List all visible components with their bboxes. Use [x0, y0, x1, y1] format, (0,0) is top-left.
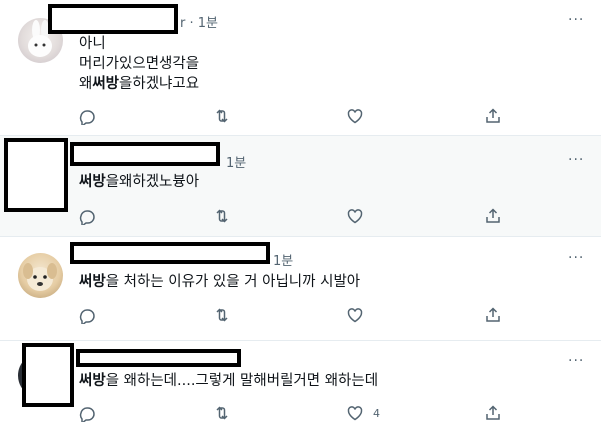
reply-icon: [79, 110, 95, 128]
reply-icon: [79, 309, 95, 327]
share-icon: [486, 307, 500, 322]
tweet-actions: [0, 207, 601, 228]
tweet-time: r · 1분: [180, 16, 218, 31]
like-button[interactable]: [346, 107, 366, 127]
more-options-button[interactable]: ···: [568, 353, 584, 369]
reply-icon: [79, 407, 95, 425]
more-options-button[interactable]: ···: [568, 152, 584, 168]
share-button[interactable]: [484, 207, 504, 227]
redacted-username: [48, 4, 178, 34]
reply-button[interactable]: [77, 306, 97, 327]
avatar[interactable]: [18, 253, 63, 298]
bold-word: 써방: [79, 373, 106, 389]
tweet-text: 써방을 왜하는데....그렇게 말해버릴거면 왜하는데: [79, 371, 378, 391]
retweet-button[interactable]: [213, 306, 233, 326]
like-button[interactable]: [346, 207, 366, 227]
share-button[interactable]: [484, 107, 504, 127]
tweet-line: 써방을 왜하는데....그렇게 말해버릴거면 왜하는데: [79, 373, 379, 389]
tweet-line: 머리가있으면생각을: [79, 56, 200, 72]
bold-word: 써방: [79, 174, 106, 190]
like-icon: [347, 308, 363, 323]
retweet-icon: [216, 308, 228, 322]
share-button[interactable]: [484, 404, 504, 424]
tweet-2[interactable]: 1분 ··· 써방을왜하겠노븅아: [0, 136, 601, 236]
like-icon: [347, 209, 363, 224]
redacted-username: [70, 142, 220, 166]
reply-button[interactable]: [77, 404, 97, 425]
tweet-line: 써방을 처하는 이유가 있을 거 아닙니까 시발아: [79, 274, 361, 290]
retweet-icon: [216, 406, 228, 420]
retweet-icon: [216, 109, 228, 123]
tweet-text: 써방을왜하겠노븅아: [79, 172, 199, 192]
tweet-4[interactable]: ··· 써방을 왜하는데....그렇게 말해버릴거면 왜하는데 4: [0, 341, 601, 440]
retweet-button[interactable]: [213, 207, 233, 227]
reply-button[interactable]: [77, 107, 97, 128]
tweet-1[interactable]: r · 1분 ··· 아니 머리가있으면생각을 왜써방을하겠냐고요: [0, 0, 601, 135]
tweet-line: 아니: [79, 36, 106, 52]
share-icon: [486, 405, 500, 420]
tweet-actions: 4: [0, 404, 601, 425]
like-icon: [347, 406, 363, 421]
share-icon: [486, 108, 500, 123]
redacted-avatar: [4, 138, 68, 212]
tweet-time: 1분: [226, 156, 247, 171]
share-icon: [486, 208, 500, 223]
retweet-button[interactable]: [213, 107, 233, 127]
retweet-icon: [216, 209, 228, 223]
tweet-line: 써방을왜하겠노븅아: [79, 174, 200, 190]
retweet-button[interactable]: [213, 404, 233, 424]
tweet-text: 아니 머리가있으면생각을 왜써방을하겠냐고요: [79, 34, 199, 94]
bold-word: 써방: [79, 274, 106, 290]
like-button[interactable]: [346, 306, 366, 326]
redacted-avatar: [22, 343, 74, 407]
tweet-actions: [0, 107, 601, 128]
tweet-time: 1분: [273, 254, 294, 269]
bold-word: 써방: [92, 76, 120, 92]
like-button[interactable]: [346, 404, 366, 424]
like-icon: [347, 109, 363, 124]
like-count: 4: [373, 407, 380, 420]
tweet-text: 써방을 처하는 이유가 있을 거 아닙니까 시발아: [79, 272, 360, 292]
redacted-username: [76, 349, 241, 367]
share-button[interactable]: [484, 306, 504, 326]
more-options-button[interactable]: ···: [568, 12, 584, 28]
avatar-puppy-icon: [23, 263, 57, 291]
tweet-actions: [0, 306, 601, 327]
tweet-line: 왜써방을하겠냐고요: [79, 76, 200, 92]
reply-icon: [79, 210, 95, 228]
redacted-username: [70, 242, 270, 264]
more-options-button[interactable]: ···: [568, 250, 584, 266]
tweet-3[interactable]: 1분 ··· 써방을 처하는 이유가 있을 거 아닙니까 시발아: [0, 237, 601, 340]
reply-button[interactable]: [77, 207, 97, 228]
